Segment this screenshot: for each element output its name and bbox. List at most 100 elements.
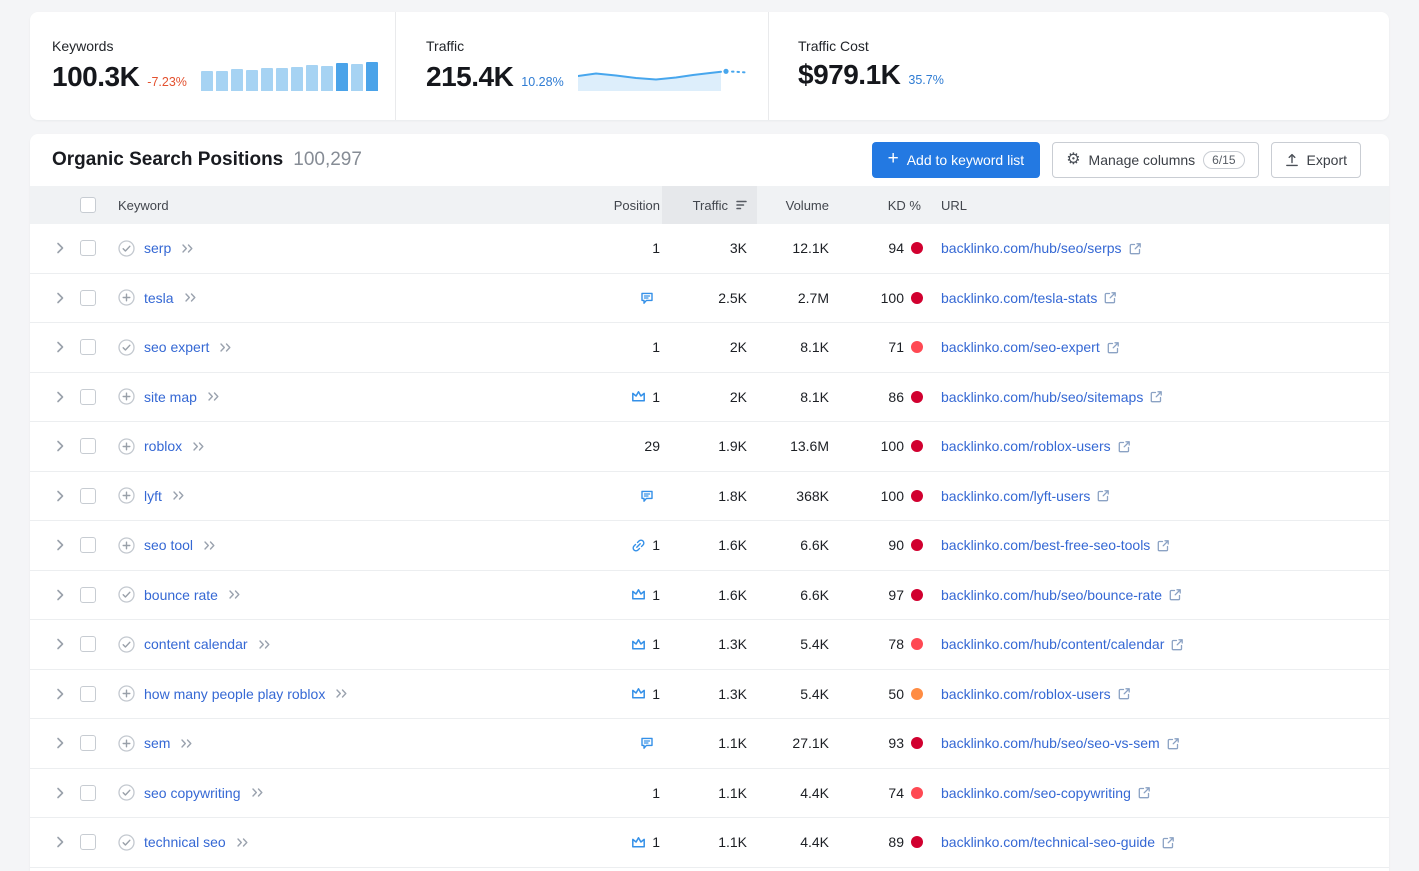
export-button[interactable]: Export bbox=[1271, 142, 1361, 178]
row-checkbox[interactable] bbox=[80, 438, 96, 454]
row-checkbox[interactable] bbox=[80, 488, 96, 504]
check-circle-icon[interactable] bbox=[118, 784, 135, 801]
keyword-arrows-icon[interactable] bbox=[181, 243, 195, 254]
keyword-arrows-icon[interactable] bbox=[203, 540, 217, 551]
expand-chevron-icon[interactable] bbox=[46, 836, 74, 848]
external-link-icon[interactable] bbox=[1107, 341, 1120, 354]
plus-circle-icon[interactable] bbox=[118, 487, 135, 504]
expand-chevron-icon[interactable] bbox=[46, 688, 74, 700]
row-checkbox[interactable] bbox=[80, 537, 96, 553]
keyword-arrows-icon[interactable] bbox=[172, 490, 186, 501]
url-link[interactable]: backlinko.com/hub/seo/serps bbox=[941, 240, 1122, 256]
external-link-icon[interactable] bbox=[1129, 242, 1142, 255]
url-link[interactable]: backlinko.com/hub/seo/seo-vs-sem bbox=[941, 735, 1160, 751]
expand-chevron-icon[interactable] bbox=[46, 292, 74, 304]
column-header-keyword[interactable]: Keyword bbox=[102, 198, 562, 213]
row-checkbox[interactable] bbox=[80, 686, 96, 702]
url-link[interactable]: backlinko.com/best-free-seo-tools bbox=[941, 537, 1150, 553]
external-link-icon[interactable] bbox=[1157, 539, 1170, 552]
expand-chevron-icon[interactable] bbox=[46, 737, 74, 749]
row-checkbox[interactable] bbox=[80, 636, 96, 652]
expand-chevron-icon[interactable] bbox=[46, 391, 74, 403]
url-link[interactable]: backlinko.com/lyft-users bbox=[941, 488, 1090, 504]
row-checkbox[interactable] bbox=[80, 290, 96, 306]
external-link-icon[interactable] bbox=[1169, 588, 1182, 601]
keyword-arrows-icon[interactable] bbox=[236, 837, 250, 848]
plus-circle-icon[interactable] bbox=[118, 735, 135, 752]
expand-chevron-icon[interactable] bbox=[46, 589, 74, 601]
expand-chevron-icon[interactable] bbox=[46, 341, 74, 353]
row-checkbox[interactable] bbox=[80, 339, 96, 355]
keyword-link[interactable]: seo tool bbox=[144, 537, 193, 553]
url-link[interactable]: backlinko.com/hub/content/calendar bbox=[941, 636, 1164, 652]
external-link-icon[interactable] bbox=[1138, 786, 1151, 799]
manage-columns-button[interactable]: ⚙ Manage columns 6/15 bbox=[1052, 142, 1258, 178]
keyword-link[interactable]: lyft bbox=[144, 488, 162, 504]
keyword-arrows-icon[interactable] bbox=[184, 292, 198, 303]
keyword-arrows-icon[interactable] bbox=[258, 639, 272, 650]
column-header-volume[interactable]: Volume bbox=[757, 198, 837, 213]
expand-chevron-icon[interactable] bbox=[46, 440, 74, 452]
keyword-link[interactable]: site map bbox=[144, 389, 197, 405]
row-checkbox[interactable] bbox=[80, 785, 96, 801]
keyword-arrows-icon[interactable] bbox=[219, 342, 233, 353]
keyword-arrows-icon[interactable] bbox=[180, 738, 194, 749]
row-checkbox[interactable] bbox=[80, 735, 96, 751]
plus-circle-icon[interactable] bbox=[118, 289, 135, 306]
column-header-traffic[interactable]: Traffic bbox=[662, 186, 757, 224]
external-link-icon[interactable] bbox=[1150, 390, 1163, 403]
expand-chevron-icon[interactable] bbox=[46, 787, 74, 799]
row-checkbox[interactable] bbox=[80, 587, 96, 603]
url-link[interactable]: backlinko.com/seo-copywriting bbox=[941, 785, 1131, 801]
keyword-link[interactable]: tesla bbox=[144, 290, 174, 306]
url-link[interactable]: backlinko.com/hub/seo/sitemaps bbox=[941, 389, 1143, 405]
url-link[interactable]: backlinko.com/roblox-users bbox=[941, 438, 1111, 454]
keyword-link[interactable]: bounce rate bbox=[144, 587, 218, 603]
keyword-arrows-icon[interactable] bbox=[335, 688, 349, 699]
keyword-link[interactable]: seo copywriting bbox=[144, 785, 241, 801]
url-link[interactable]: backlinko.com/technical-seo-guide bbox=[941, 834, 1155, 850]
plus-circle-icon[interactable] bbox=[118, 388, 135, 405]
check-circle-icon[interactable] bbox=[118, 586, 135, 603]
keyword-link[interactable]: technical seo bbox=[144, 834, 226, 850]
keyword-link[interactable]: roblox bbox=[144, 438, 182, 454]
check-circle-icon[interactable] bbox=[118, 636, 135, 653]
external-link-icon[interactable] bbox=[1162, 836, 1175, 849]
row-checkbox[interactable] bbox=[80, 834, 96, 850]
url-link[interactable]: backlinko.com/hub/seo/bounce-rate bbox=[941, 587, 1162, 603]
url-link[interactable]: backlinko.com/roblox-users bbox=[941, 686, 1111, 702]
keyword-link[interactable]: content calendar bbox=[144, 636, 248, 652]
column-header-url[interactable]: URL bbox=[927, 198, 1389, 213]
row-checkbox[interactable] bbox=[80, 240, 96, 256]
row-checkbox[interactable] bbox=[80, 389, 96, 405]
select-all-checkbox[interactable] bbox=[80, 197, 96, 213]
external-link-icon[interactable] bbox=[1167, 737, 1180, 750]
column-header-position[interactable]: Position bbox=[562, 198, 662, 213]
keyword-link[interactable]: sem bbox=[144, 735, 170, 751]
external-link-icon[interactable] bbox=[1104, 291, 1117, 304]
url-link[interactable]: backlinko.com/seo-expert bbox=[941, 339, 1100, 355]
keyword-link[interactable]: serp bbox=[144, 240, 171, 256]
url-link[interactable]: backlinko.com/tesla-stats bbox=[941, 290, 1097, 306]
keyword-arrows-icon[interactable] bbox=[228, 589, 242, 600]
keyword-link[interactable]: seo expert bbox=[144, 339, 209, 355]
plus-circle-icon[interactable] bbox=[118, 438, 135, 455]
keyword-arrows-icon[interactable] bbox=[192, 441, 206, 452]
plus-circle-icon[interactable] bbox=[118, 537, 135, 554]
check-circle-icon[interactable] bbox=[118, 339, 135, 356]
keyword-link[interactable]: how many people play roblox bbox=[144, 686, 325, 702]
add-to-keyword-list-button[interactable]: + Add to keyword list bbox=[872, 142, 1041, 178]
expand-chevron-icon[interactable] bbox=[46, 490, 74, 502]
keyword-arrows-icon[interactable] bbox=[251, 787, 265, 798]
expand-chevron-icon[interactable] bbox=[46, 638, 74, 650]
check-circle-icon[interactable] bbox=[118, 834, 135, 851]
external-link-icon[interactable] bbox=[1118, 687, 1131, 700]
column-header-kd[interactable]: KD % bbox=[837, 198, 927, 213]
expand-chevron-icon[interactable] bbox=[46, 242, 74, 254]
external-link-icon[interactable] bbox=[1118, 440, 1131, 453]
check-circle-icon[interactable] bbox=[118, 240, 135, 257]
keyword-arrows-icon[interactable] bbox=[207, 391, 221, 402]
plus-circle-icon[interactable] bbox=[118, 685, 135, 702]
external-link-icon[interactable] bbox=[1171, 638, 1184, 651]
expand-chevron-icon[interactable] bbox=[46, 539, 74, 551]
